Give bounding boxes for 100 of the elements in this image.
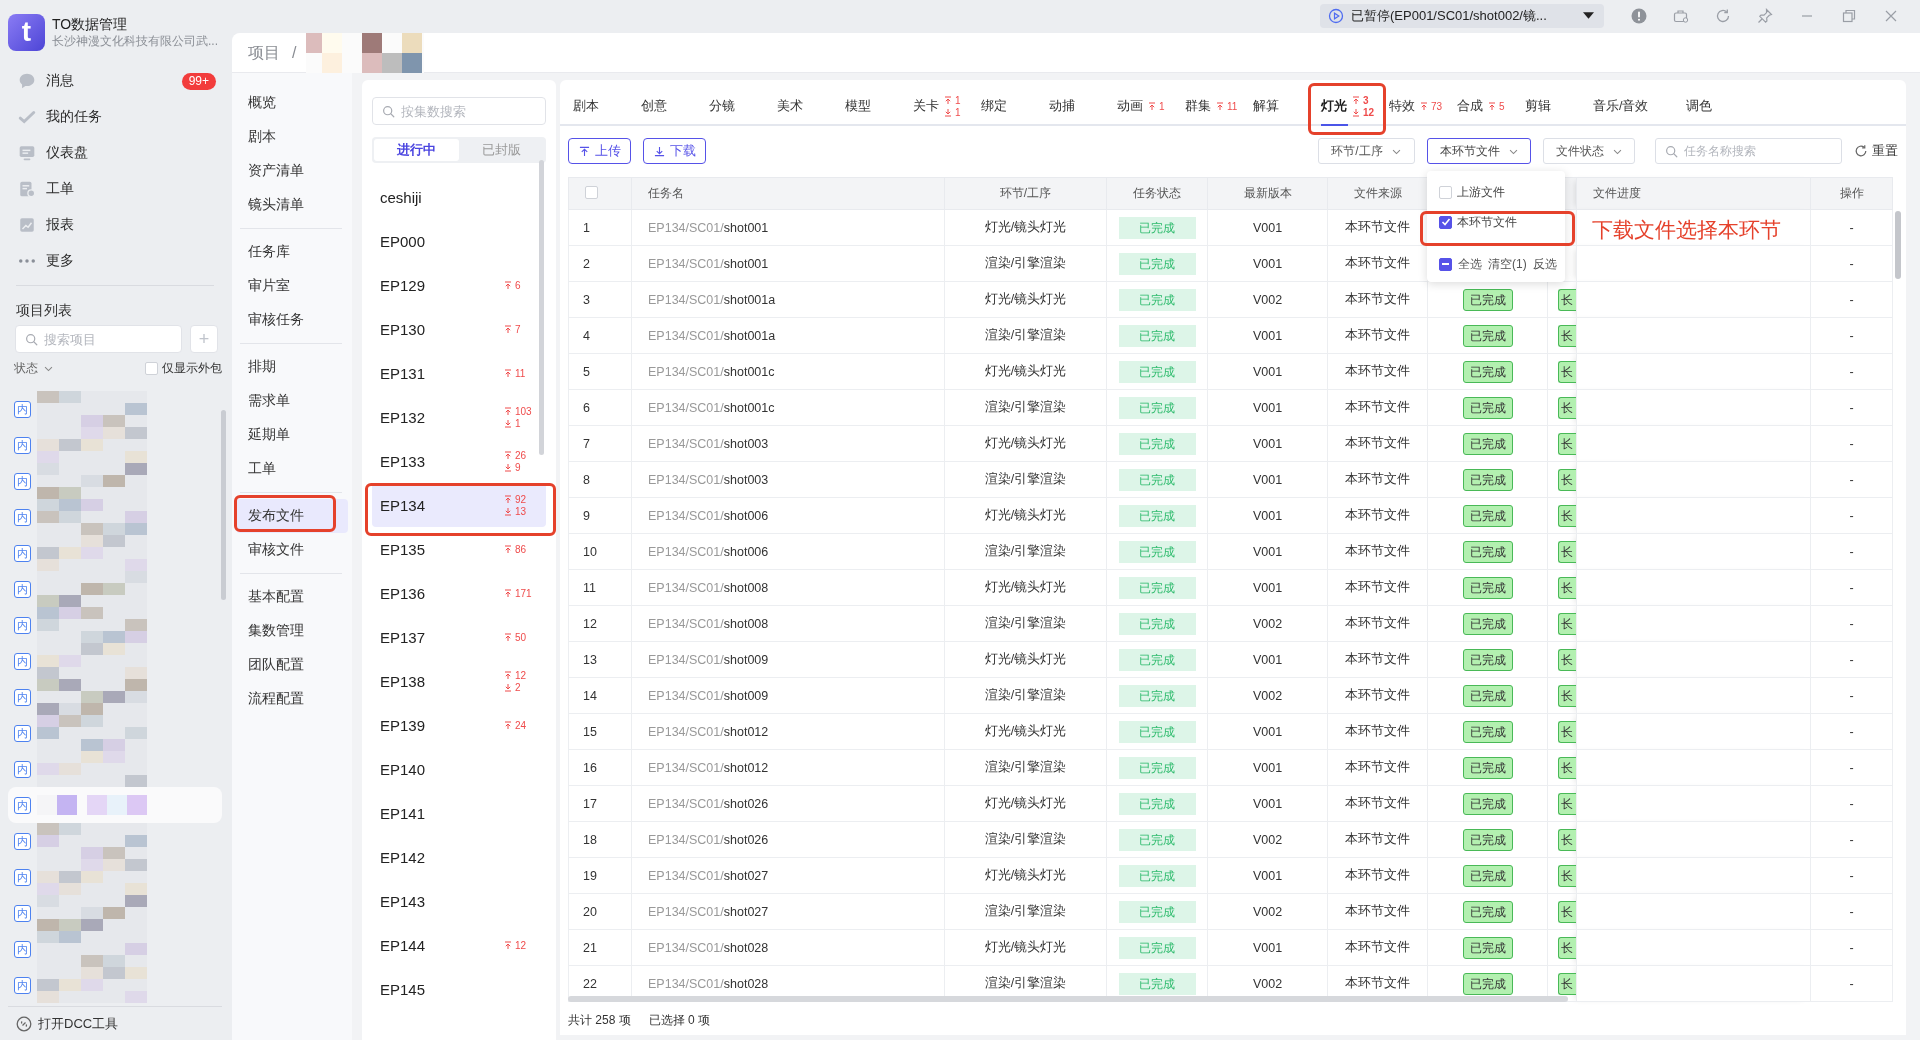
project-row[interactable]: 内 [8,607,222,643]
project-row[interactable]: 内 [8,751,222,787]
filter-dropdown[interactable]: 本环节文件 [1427,138,1531,164]
tab[interactable]: 特效 73 [1389,88,1457,124]
nav-item[interactable]: 概览 [236,86,348,120]
nav-item[interactable]: 流程配置 [236,682,348,716]
project-row[interactable]: 内 [8,679,222,715]
scrollbar-thumb[interactable] [1895,211,1901,279]
segment-tab[interactable]: 进行中 [374,139,459,161]
nav-item[interactable]: 任务库 [236,235,348,269]
menu-item[interactable]: 更多 [8,243,222,279]
project-row[interactable]: 内 [8,859,222,895]
episode-item[interactable]: EP000 [372,219,546,263]
nav-item[interactable]: 镜头清单 [236,188,348,222]
nav-item[interactable]: 剧本 [236,120,348,154]
clear-link[interactable]: 清空(1) [1488,255,1527,273]
menu-item[interactable]: 仪表盘 [8,135,222,171]
menu-item[interactable]: 报表 [8,207,222,243]
episode-item[interactable]: EP141 [372,791,546,835]
tab[interactable]: 剪辑 [1525,88,1593,124]
project-row[interactable]: 内 [8,571,222,607]
nav-item[interactable]: 需求单 [236,384,348,418]
nav-item[interactable]: 集数管理 [236,614,348,648]
nav-item[interactable]: 审片室 [236,269,348,303]
tab[interactable]: 绑定 [981,88,1049,124]
nav-item[interactable]: 基本配置 [236,580,348,614]
menu-item[interactable]: 消息 99+ [8,63,222,99]
tab[interactable]: 关卡 1 1 [913,88,981,124]
episode-item[interactable]: EP130 7 [372,307,546,351]
tab[interactable]: 剧本 [573,88,641,124]
close-icon[interactable] [1884,9,1898,23]
tab[interactable]: 合成 5 [1457,88,1525,124]
menu-item[interactable]: 工单 [8,171,222,207]
nav-item[interactable]: 审核任务 [236,303,348,337]
download-button[interactable]: 下载 [643,138,706,164]
episode-item[interactable]: EP133 26 9 [372,439,546,483]
option-label[interactable]: 上游文件 [1457,183,1505,201]
episode-item[interactable]: EP136 171 [372,571,546,615]
project-row[interactable]: 内 [8,715,222,751]
option-label[interactable]: 本环节文件 [1457,213,1517,231]
dcc-tool-link[interactable]: 打开DCC工具 [8,1006,222,1040]
tab[interactable]: 调色 [1686,88,1755,124]
search-field[interactable]: 按集数搜索 [372,97,546,125]
filter-dropdown[interactable]: 环节/工序 [1318,138,1415,164]
project-row[interactable]: 内 [8,643,222,679]
episode-item[interactable]: EP140 [372,747,546,791]
nav-item[interactable]: 审核文件 [236,533,348,567]
tab[interactable]: 音乐/音效 [1593,88,1687,124]
tab[interactable]: 解算 [1253,88,1321,124]
breadcrumb-link[interactable]: 项目 [248,42,280,64]
search-field[interactable]: 搜索项目 [15,325,182,353]
episode-item[interactable]: EP131 11 [372,351,546,395]
tab[interactable]: 分镜 [709,88,777,124]
project-row[interactable]: 内 [8,427,222,463]
nav-item[interactable]: 延期单 [236,418,348,452]
filter-dropdown[interactable]: 文件状态 [1543,138,1635,164]
status-filter[interactable]: 状态 [14,359,54,377]
tab[interactable]: 美术 [777,88,845,124]
project-row[interactable]: 内 [8,391,222,427]
task-status-dropdown[interactable]: 已暂停(EP001/SC01/shot002/镜... [1320,4,1604,28]
search-field[interactable]: 任务名称搜索 [1655,138,1842,164]
select-all-link[interactable]: 全选 [1458,255,1482,273]
project-row[interactable]: 内 [8,499,222,535]
project-row[interactable]: 内 [8,463,222,499]
episode-item[interactable]: EP138 12 2 [372,659,546,703]
project-row[interactable]: 内 [8,823,222,859]
restore-icon[interactable] [1842,9,1856,23]
checkbox[interactable] [1439,215,1452,229]
refresh-icon[interactable] [1715,8,1731,24]
menu-item[interactable]: 我的任务 [8,99,222,135]
project-row[interactable]: 内 [8,967,222,1003]
nav-item[interactable]: 排期 [236,350,348,384]
tab[interactable]: 动捕 [1049,88,1117,124]
tab[interactable]: 群集 11 [1185,88,1253,124]
episode-item[interactable]: EP142 [372,835,546,879]
project-row[interactable]: 内 [8,931,222,967]
tab[interactable]: 模型 [845,88,913,124]
episode-item[interactable]: EP143 [372,879,546,923]
scrollbar-thumb[interactable] [221,410,226,600]
episode-item[interactable]: EP129 6 [372,263,546,307]
tab[interactable]: 动画 1 [1117,88,1185,124]
tab[interactable]: 灯光 3 12 [1321,88,1389,124]
episode-item[interactable]: EP145 [372,967,546,1011]
checkbox[interactable] [1439,257,1452,271]
nav-item[interactable]: 工单 [236,452,348,486]
episode-item[interactable]: ceshiji [372,175,546,219]
project-row[interactable]: 内 [8,895,222,931]
info-icon[interactable] [1631,8,1647,24]
briefcase-icon[interactable] [1673,8,1689,24]
episode-item[interactable]: EP144 12 [372,923,546,967]
upload-button[interactable]: 上传 [568,138,631,164]
nav-item[interactable]: 资产清单 [236,154,348,188]
episode-item[interactable]: EP134 92 13 [372,483,546,527]
episode-item[interactable]: EP139 24 [372,703,546,747]
scrollbar-thumb[interactable] [568,996,1568,1002]
tab[interactable]: 创意 [641,88,709,124]
scrollbar-thumb[interactable] [539,160,544,455]
episode-item[interactable]: EP135 86 [372,527,546,571]
episode-item[interactable]: EP137 50 [372,615,546,659]
nav-item[interactable]: 团队配置 [236,648,348,682]
